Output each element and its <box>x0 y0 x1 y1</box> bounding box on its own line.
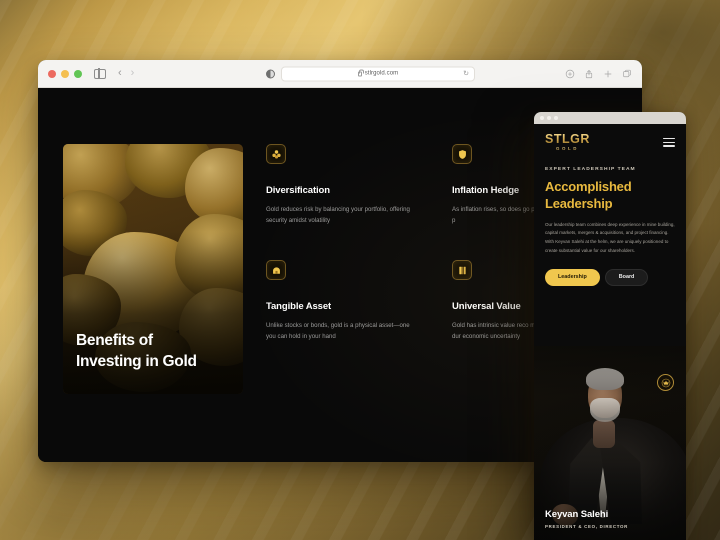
person-role: PRESIDENT & CEO, DIRECTOR <box>545 524 629 529</box>
browser-toolbar: ‹ › stlrgold.com ↻ <box>38 60 642 88</box>
mobile-page-viewport: STLGR GOLD EXPERT LEADERSHIP TEAM Accomp… <box>534 124 686 540</box>
tab-board[interactable]: Board <box>604 268 649 286</box>
tab-overview-icon[interactable] <box>622 69 632 79</box>
feature-text: Gold reduces risk by balancing your port… <box>266 206 410 224</box>
feature-title: Diversification <box>266 185 330 196</box>
mobile-header: STLGR GOLD <box>534 124 686 151</box>
feature-text: Unlike stocks or bonds, gold is a physic… <box>266 322 410 340</box>
address-bar[interactable]: stlrgold.com ↻ <box>281 66 475 81</box>
gold-crown-badge-icon <box>657 374 674 391</box>
section-paragraph: Our leadership team combines deep experi… <box>545 221 675 253</box>
sidebar-icon[interactable] <box>94 68 106 79</box>
maximize-window-button[interactable] <box>74 69 82 78</box>
refresh-icon[interactable]: ↻ <box>463 70 469 78</box>
share-icon[interactable] <box>584 69 594 79</box>
mobile-maximize-button[interactable] <box>554 116 558 120</box>
feature-title: Tangible Asset <box>266 301 332 313</box>
brand-logo[interactable]: STLGR GOLD <box>545 133 590 151</box>
mobile-browser-window: STLGR GOLD EXPERT LEADERSHIP TEAM Accomp… <box>534 112 686 540</box>
gold-ingot-icon <box>266 260 286 281</box>
shield-icon <box>452 144 472 164</box>
feature-card-diversification[interactable]: Diversification Gold reduces risk by bal… <box>266 144 452 226</box>
hero-title-line-2: Investing in Gold <box>76 352 197 370</box>
mobile-close-button[interactable] <box>540 116 544 120</box>
mobile-window-titlebar <box>534 112 686 124</box>
navigation-buttons[interactable]: ‹ › <box>118 68 134 79</box>
window-traffic-lights[interactable] <box>48 69 82 78</box>
lock-icon <box>357 69 364 77</box>
section-eyebrow: EXPERT LEADERSHIP TEAM <box>545 167 636 173</box>
section-heading-line-1: Accomplished <box>545 179 632 195</box>
hamburger-menu-icon[interactable] <box>663 137 675 147</box>
url-text: stlrgold.com <box>364 70 399 77</box>
mobile-minimize-button[interactable] <box>547 116 551 120</box>
extensions-icon[interactable] <box>565 69 575 79</box>
hero-image-card: Benefits of Investing in Gold <box>63 144 243 394</box>
section-heading: Accomplished Leadership <box>545 179 675 211</box>
minimize-window-button[interactable] <box>61 69 69 78</box>
toolbar-right-icons[interactable] <box>565 69 632 79</box>
section-heading-line-2: Leadership <box>545 195 613 211</box>
back-button[interactable]: ‹ <box>118 68 122 79</box>
reader-mode-icon[interactable] <box>266 69 275 78</box>
person-name: Keyvan Salehi <box>545 509 609 520</box>
brand-logo-main: STLGR <box>545 132 590 146</box>
leadership-board-tabs[interactable]: Leadership Board <box>545 268 675 286</box>
hero-title-line-1: Benefits of <box>76 332 153 350</box>
brand-logo-sub: GOLD <box>556 146 580 151</box>
gold-nuggets-icon <box>266 144 286 164</box>
tab-leadership[interactable]: Leadership <box>545 268 600 286</box>
person-portrait: Keyvan Salehi PRESIDENT & CEO, DIRECTOR <box>534 346 686 540</box>
forward-button[interactable]: › <box>131 68 135 79</box>
hero-title: Benefits of Investing in Gold <box>76 331 233 372</box>
close-window-button[interactable] <box>48 69 56 78</box>
gold-bars-icon <box>452 260 472 281</box>
new-tab-icon[interactable] <box>603 69 613 79</box>
feature-card-tangible-asset[interactable]: Tangible Asset Unlike stocks or bonds, g… <box>266 260 452 342</box>
